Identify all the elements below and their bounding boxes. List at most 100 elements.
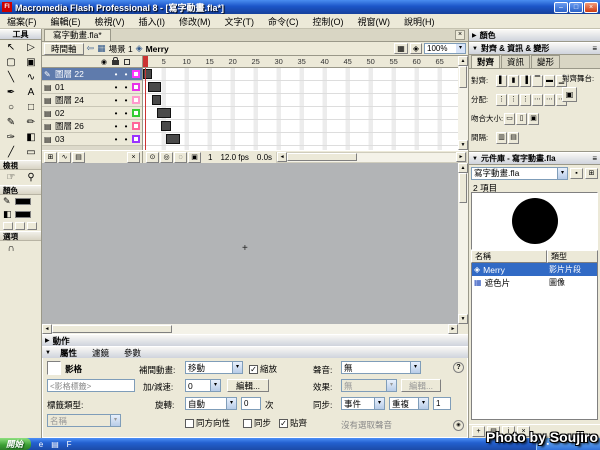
- panel-menu-icon[interactable]: ≡: [592, 154, 597, 163]
- tab-info[interactable]: 資訊: [501, 55, 531, 68]
- dist-bottom-button[interactable]: ⋮: [520, 93, 531, 106]
- menu-item-9[interactable]: 說明(H): [397, 15, 442, 28]
- menu-item-2[interactable]: 檢視(V): [88, 15, 132, 28]
- layer-lock-dot[interactable]: •: [122, 96, 130, 105]
- ease-edit-button[interactable]: 編輯...: [227, 379, 269, 392]
- titlebar[interactable]: Fl Macromedia Flash Professional 8 - [寫字…: [0, 0, 600, 14]
- stage-horizontal-scrollbar[interactable]: ◄ ►: [42, 324, 458, 334]
- library-new-window-button[interactable]: ⊞: [585, 167, 598, 179]
- start-button[interactable]: 開始: [0, 438, 32, 450]
- scrollbar-thumb[interactable]: [459, 66, 467, 88]
- layer-lock-dot[interactable]: •: [122, 109, 130, 118]
- library-item-0[interactable]: ◈ Merry 影片片段: [472, 263, 597, 276]
- library-new-symbol-button[interactable]: +: [472, 426, 485, 437]
- tool-paint-bucket[interactable]: ◧: [21, 130, 41, 145]
- scroll-up-icon[interactable]: ▲: [458, 163, 468, 173]
- scroll-left-icon[interactable]: ◄: [277, 152, 288, 162]
- align-panel-header[interactable]: ▼ 對齊 & 資訊 & 變形 ≡: [469, 42, 600, 55]
- tool-hand[interactable]: ☞: [1, 170, 21, 185]
- insert-layer-folder-button[interactable]: ▤: [72, 151, 85, 163]
- layer-visibility-dot[interactable]: •: [112, 109, 120, 118]
- minimize-button[interactable]: –: [554, 1, 568, 13]
- column-type[interactable]: 類型: [547, 250, 598, 263]
- scroll-right-icon[interactable]: ►: [448, 324, 458, 334]
- dist-center-h-button[interactable]: ⋯: [544, 93, 555, 106]
- add-motion-guide-button[interactable]: ∿: [58, 151, 71, 163]
- layer-row-3[interactable]: ▤ 02 • •: [42, 107, 142, 120]
- library-pin-button[interactable]: ▪: [570, 167, 583, 179]
- edit-scene-button[interactable]: ▦: [394, 43, 408, 54]
- tool-subselection[interactable]: ▷: [21, 40, 41, 55]
- layer-visibility-dot[interactable]: •: [112, 96, 120, 105]
- layer-row-2[interactable]: ▤ 圖層 24 • •: [42, 94, 142, 107]
- quick-launch-2[interactable]: ▤: [49, 440, 61, 449]
- snap-checkbox[interactable]: ✓ 貼齊: [279, 417, 307, 429]
- timeline-vertical-scrollbar[interactable]: ▲ ▼: [458, 56, 468, 150]
- close-button[interactable]: ×: [584, 1, 598, 13]
- tool-ink-bottle[interactable]: ✑: [1, 130, 21, 145]
- tool-brush[interactable]: ✏: [21, 115, 41, 130]
- no-color-button[interactable]: [15, 222, 25, 230]
- space-h-button[interactable]: ▤: [508, 131, 519, 144]
- tween-select[interactable]: 移動 ▾: [185, 361, 243, 374]
- stroke-color-swatch[interactable]: [15, 198, 31, 205]
- rotate-select[interactable]: 自動 ▾: [185, 397, 237, 410]
- layer-row-4[interactable]: ▤ 圖層 26 • •: [42, 120, 142, 133]
- zoom-select[interactable]: 100% ▾: [424, 43, 466, 54]
- breadcrumb-scene[interactable]: 場景 1: [109, 43, 133, 55]
- scrollbar-thumb[interactable]: [459, 173, 467, 203]
- tool-pencil[interactable]: ✎: [1, 115, 21, 130]
- delete-layer-button[interactable]: ×: [127, 151, 140, 163]
- layer-visibility-dot[interactable]: •: [112, 83, 120, 92]
- scrollbar-thumb[interactable]: [52, 325, 172, 333]
- tool-eyedropper[interactable]: ╱: [1, 145, 21, 160]
- layer-frame-row-1[interactable]: [143, 81, 458, 94]
- align-center-h-button[interactable]: ▮: [508, 74, 519, 87]
- maximize-button[interactable]: □: [569, 1, 583, 13]
- timeline-toggle-button[interactable]: 時間軸: [44, 42, 84, 55]
- layer-lock-dot[interactable]: •: [122, 122, 130, 131]
- menu-item-4[interactable]: 修改(M): [172, 15, 218, 28]
- to-stage-toggle-button[interactable]: ▣: [562, 87, 577, 102]
- tab-align[interactable]: 對齊: [471, 55, 501, 68]
- stage-vertical-scrollbar[interactable]: ▲ ▼: [458, 163, 468, 324]
- tool-rectangle[interactable]: □: [21, 100, 41, 115]
- layer-frame-row-4[interactable]: [143, 120, 458, 133]
- match-both-button[interactable]: ▣: [528, 112, 540, 125]
- layer-lock-dot[interactable]: •: [122, 135, 130, 144]
- effect-select[interactable]: 無 ▾: [341, 379, 397, 392]
- insert-layer-button[interactable]: ⊞: [44, 151, 57, 163]
- detail-toggle-icon[interactable]: ◉: [453, 420, 464, 431]
- sound-edit-button[interactable]: 編輯...: [401, 379, 441, 392]
- tool-zoom[interactable]: ⚲: [21, 170, 41, 185]
- document-tab[interactable]: 寫字動畫.fla*: [44, 29, 111, 41]
- edit-symbol-button[interactable]: ◈: [409, 43, 422, 54]
- orient-checkbox[interactable]: 同方向性: [185, 417, 230, 429]
- menu-item-5[interactable]: 文字(T): [218, 15, 262, 28]
- keyframe-span[interactable]: [161, 121, 171, 131]
- dist-left-button[interactable]: ⋯: [532, 93, 543, 106]
- layer-visibility-dot[interactable]: •: [112, 70, 120, 79]
- match-width-button[interactable]: ▭: [504, 112, 516, 125]
- layer-outline-color[interactable]: [132, 83, 140, 91]
- label-type-select[interactable]: 名稱 ▾: [47, 414, 121, 427]
- layer-row-5[interactable]: ▤ 03 • •: [42, 133, 142, 146]
- tool-gradient-transform[interactable]: ▣: [21, 55, 41, 70]
- layer-visibility-dot[interactable]: •: [112, 122, 120, 131]
- layer-outline-color[interactable]: [132, 96, 140, 104]
- tool-selection[interactable]: ↖: [1, 40, 21, 55]
- center-frame-button[interactable]: ⊙: [146, 151, 159, 163]
- keyframe-span[interactable]: [152, 95, 162, 105]
- tool-eraser[interactable]: ▭: [21, 145, 41, 160]
- scroll-right-icon[interactable]: ►: [456, 152, 466, 162]
- keyframe-span[interactable]: [166, 134, 180, 144]
- layer-frame-row-0[interactable]: [143, 68, 458, 81]
- layer-lock-dot[interactable]: •: [122, 70, 130, 79]
- menu-item-0[interactable]: 檔案(F): [0, 15, 44, 28]
- frame-label-input[interactable]: <影格標籤>: [47, 379, 135, 392]
- align-top-button[interactable]: ▔: [532, 74, 543, 87]
- layer-outline-color[interactable]: [132, 70, 140, 78]
- keyframe-span[interactable]: [156, 108, 171, 118]
- sync-checkbox[interactable]: 同步: [243, 417, 271, 429]
- column-name[interactable]: 名稱: [471, 250, 547, 263]
